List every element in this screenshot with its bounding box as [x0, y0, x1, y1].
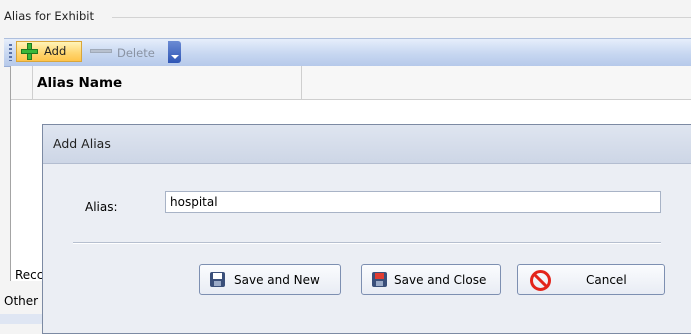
other-tab[interactable]: Other — [4, 294, 38, 308]
add-label: Add — [44, 44, 67, 58]
save-disk-icon — [210, 272, 225, 287]
toolbar-overflow-button[interactable] — [168, 41, 181, 63]
cancel-button[interactable]: Cancel — [517, 264, 665, 295]
save-and-new-label: Save and New — [234, 273, 320, 287]
column-header-alias-name[interactable]: Alias Name — [37, 75, 122, 91]
column-divider — [301, 66, 302, 99]
alias-field-label: Alias: — [85, 200, 118, 214]
save-close-disk-icon — [372, 272, 387, 287]
dialog-title: Add Alias — [53, 136, 111, 151]
toolbar: Add Delete — [4, 38, 691, 67]
plus-icon — [21, 43, 38, 60]
save-and-new-button[interactable]: Save and New — [199, 264, 341, 295]
save-and-close-label: Save and Close — [394, 273, 487, 287]
grid-header: Alias Name — [11, 66, 691, 100]
add-button[interactable]: Add — [16, 41, 82, 62]
group-title: Alias for Exhibit — [4, 9, 94, 23]
group-rule — [112, 17, 691, 18]
delete-button[interactable]: Delete — [117, 46, 155, 60]
delete-icon — [90, 49, 112, 53]
dialog-titlebar[interactable]: Add Alias — [43, 125, 691, 164]
cancel-icon — [530, 270, 551, 291]
records-label: Recc — [15, 268, 44, 282]
cancel-label: Cancel — [586, 273, 627, 287]
save-and-close-button[interactable]: Save and Close — [361, 264, 501, 295]
toolbar-grip[interactable] — [9, 44, 12, 61]
dialog-separator — [73, 242, 661, 243]
alias-input[interactable] — [165, 191, 661, 213]
add-alias-dialog: Add Alias Alias: Save and New Save and C… — [42, 124, 691, 334]
row-selector-header — [11, 66, 33, 99]
